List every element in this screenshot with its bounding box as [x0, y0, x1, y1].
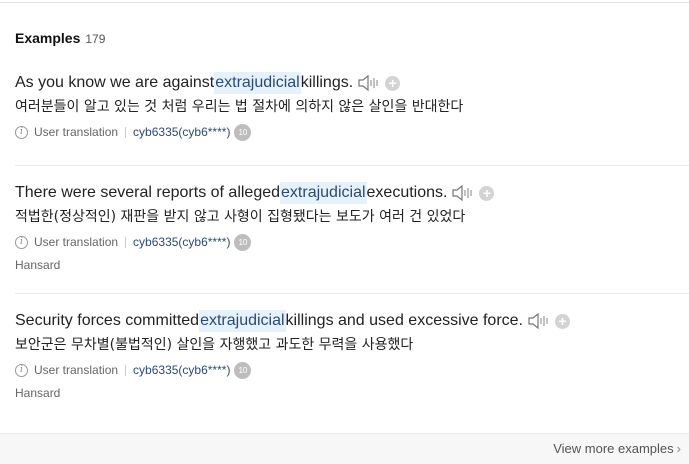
examples-count: 179	[85, 32, 106, 46]
add-to-wordbook-button[interactable]: +	[479, 185, 495, 201]
meta-separator	[125, 236, 127, 248]
info-icon[interactable]: i	[15, 363, 28, 377]
example-item: There were several reports of alleged ex…	[15, 182, 689, 273]
add-to-wordbook-button[interactable]: +	[555, 313, 570, 329]
sentence-text: Security forces committed	[15, 312, 200, 329]
user-level-badge: 10	[234, 233, 252, 251]
example-source: Hansard	[15, 258, 61, 272]
view-more-label: View more examples	[553, 441, 674, 456]
example-meta: i User translation cyb6335(cyb6****) 10	[15, 123, 689, 141]
sentence-text: executions.	[366, 184, 448, 201]
user-level-badge: 10	[234, 361, 252, 379]
info-icon[interactable]: i	[15, 235, 28, 249]
speaker-icon[interactable]	[527, 312, 549, 330]
highlighted-term: extrajudicial	[280, 182, 367, 204]
example-translation: 보안군은 무차별(불법적인) 살인을 자행했고 과도한 무력을 사용했다	[15, 337, 414, 353]
translator-user-link[interactable]: cyb6335(cyb6****)	[133, 361, 230, 379]
add-to-wordbook-button[interactable]: +	[385, 75, 401, 91]
examples-footer: View more examples ›	[0, 433, 689, 464]
example-source: Hansard	[15, 386, 61, 400]
example-translation: 여러분들이 알고 있는 것 처럼 우리는 법 절차에 의하지 않은 살인을 반대…	[15, 99, 464, 115]
translation-type: User translation	[34, 363, 119, 377]
meta-separator	[125, 364, 127, 376]
example-item: Security forces committed extrajudicial …	[15, 310, 689, 401]
translator-user-link[interactable]: cyb6335(cyb6****)	[133, 123, 230, 141]
translation-type: User translation	[34, 125, 119, 139]
translation-type: User translation	[34, 235, 119, 249]
speaker-icon[interactable]	[357, 74, 379, 92]
example-item: As you know we are against extrajudicial…	[15, 72, 689, 141]
top-divider	[0, 2, 689, 3]
sentence-text: killings.	[300, 74, 354, 91]
user-level-badge: 10	[234, 123, 252, 141]
example-sentence: There were several reports of alleged ex…	[15, 182, 689, 204]
highlighted-term: extrajudicial	[199, 310, 286, 332]
info-icon[interactable]: i	[15, 125, 28, 139]
meta-separator	[125, 126, 127, 138]
sentence-text: As you know we are against	[15, 74, 215, 91]
view-more-examples-link[interactable]: View more examples ›	[553, 441, 681, 456]
chevron-right-icon: ›	[676, 441, 681, 456]
sentence-text: There were several reports of alleged	[15, 184, 281, 201]
example-divider	[15, 165, 689, 166]
examples-title: Examples	[15, 30, 81, 46]
translator-user-link[interactable]: cyb6335(cyb6****)	[133, 233, 230, 251]
example-translation: 적법한(정상적인) 재판을 받지 않고 사형이 집형됐다는 보도가 여러 건 있…	[15, 209, 466, 225]
highlighted-term: extrajudicial	[214, 72, 301, 94]
example-sentence: Security forces committed extrajudicial …	[15, 310, 689, 332]
example-meta: i User translation cyb6335(cyb6****) 10	[15, 361, 689, 379]
speaker-icon[interactable]	[451, 184, 473, 202]
example-meta: i User translation cyb6335(cyb6****) 10	[15, 233, 689, 251]
examples-header: Examples 179	[15, 30, 105, 48]
example-sentence: As you know we are against extrajudicial…	[15, 72, 689, 94]
sentence-text: killings and used excessive force.	[285, 312, 523, 329]
example-divider	[15, 293, 689, 294]
